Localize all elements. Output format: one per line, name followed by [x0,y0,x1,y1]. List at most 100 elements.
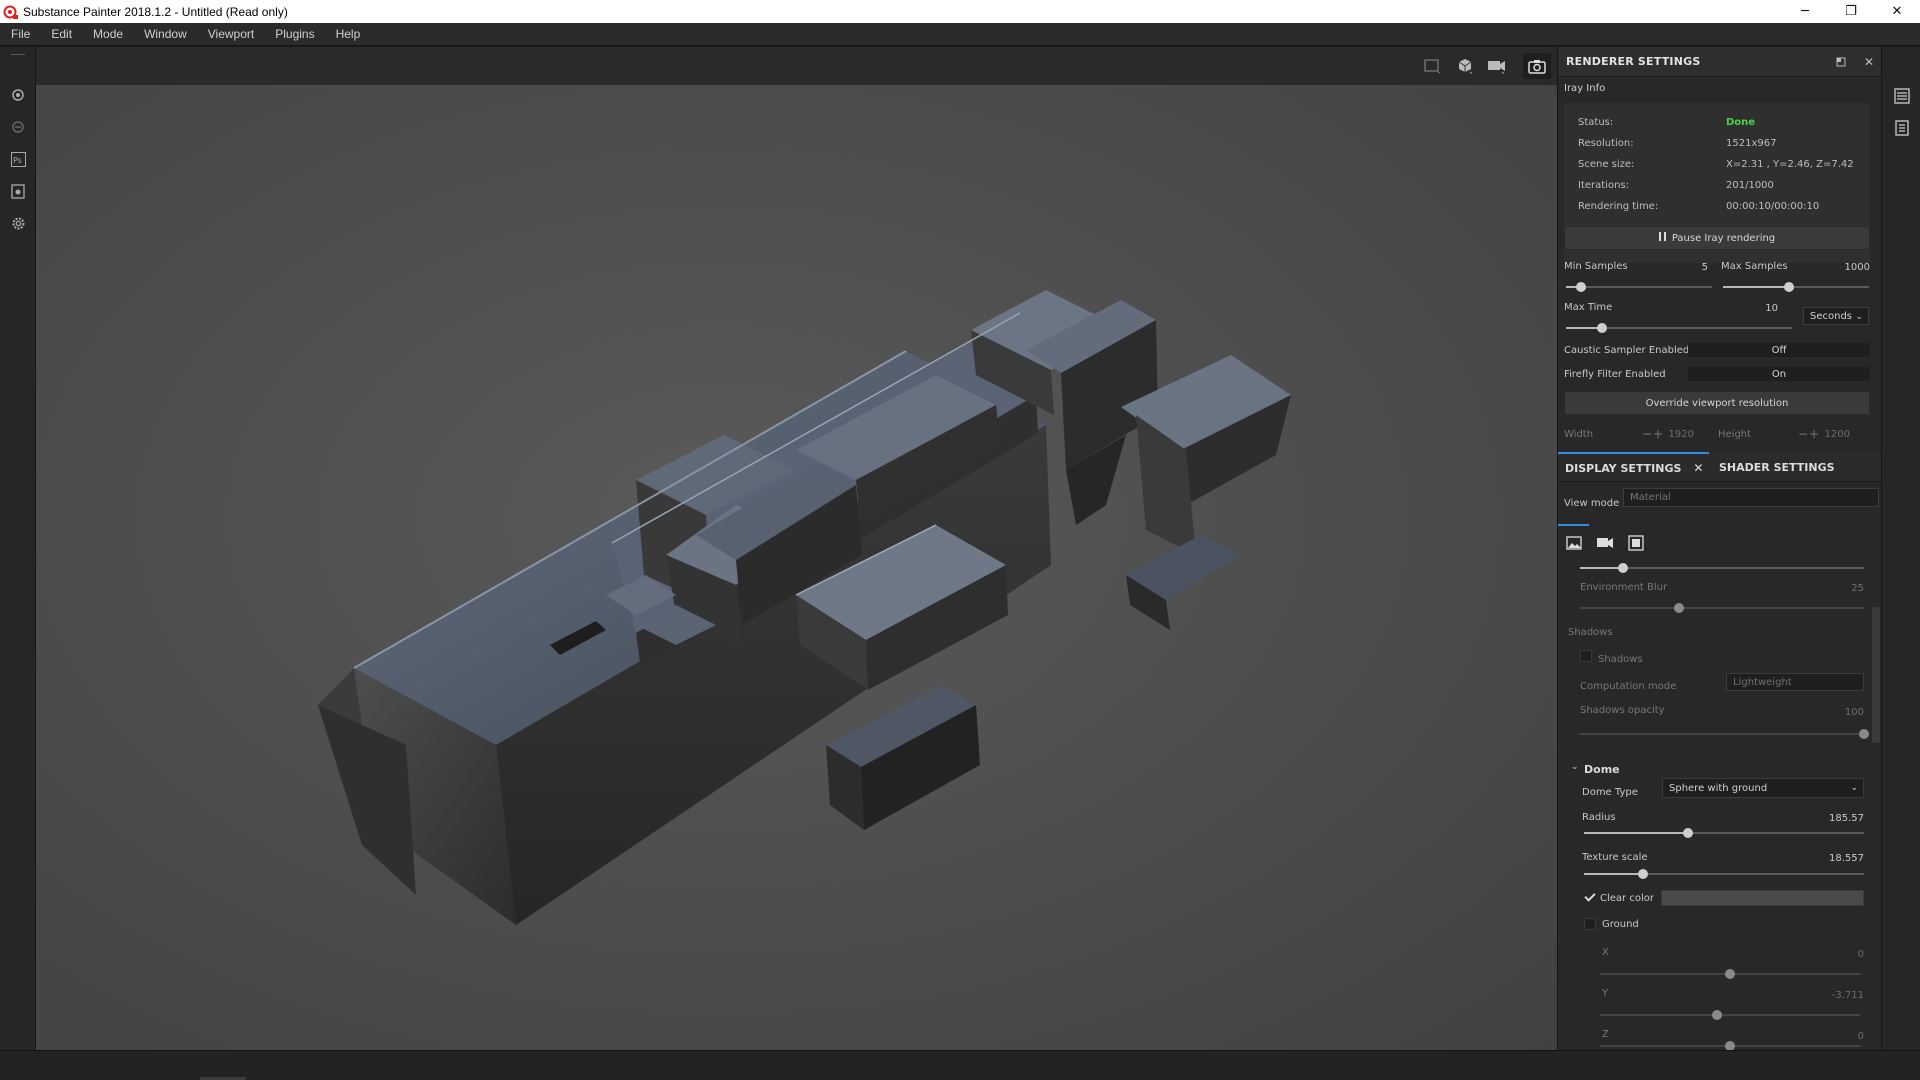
environment-blur-knob[interactable] [1674,603,1685,613]
close-window-button[interactable]: ✕ [1874,0,1920,23]
pause-iray-button[interactable]: Pause Iray rendering [1564,226,1870,250]
tab-display-settings-label: DISPLAY SETTINGS [1565,461,1682,475]
dome-collapse-chevron-icon[interactable]: ⌄ [1571,762,1579,772]
resolution-value: 1521x967 [1726,138,1777,149]
ground-y-slider[interactable] [1600,1010,1860,1020]
menu-mode[interactable]: Mode [82,27,133,41]
environment-opacity-knob[interactable] [1617,563,1628,573]
time-unit-select[interactable]: Seconds ⌄ [1803,307,1869,325]
document-icon[interactable] [10,183,26,199]
max-time-knob[interactable] [1597,323,1608,333]
min-samples-knob[interactable] [1575,282,1586,292]
menu-viewport[interactable]: Viewport [197,27,264,41]
caustic-sampler-toggle[interactable]: Off [1688,343,1870,357]
height-decrement-icon[interactable]: − [1798,427,1808,441]
clear-color-label: Clear color [1600,893,1654,904]
view-mode-label: View mode [1564,498,1620,509]
dome-type-select[interactable]: Sphere with ground ⌄ [1662,778,1864,798]
menu-file[interactable]: File [0,27,40,41]
clear-color-swatch[interactable] [1661,890,1864,906]
properties-list-icon[interactable] [1893,119,1911,137]
menu-window[interactable]: Window [133,27,197,41]
max-time-slider[interactable] [1566,323,1792,333]
texture-scale-knob[interactable] [1637,869,1648,879]
ground-z-value[interactable]: 0 [1784,1031,1864,1042]
height-value[interactable]: 1200 [1820,429,1850,440]
min-samples-value[interactable]: 5 [1648,262,1708,273]
substance-source-icon[interactable] [10,119,26,135]
height-increment-icon[interactable]: + [1809,427,1819,441]
max-time-value[interactable]: 10 [1698,303,1778,314]
substance-share-icon[interactable] [10,87,26,103]
height-label: Height [1718,429,1752,440]
resolution-key: Resolution: [1578,138,1634,149]
width-decrement-icon[interactable]: − [1642,427,1652,441]
radius-value[interactable]: 185.57 [1784,813,1864,824]
settings-gear-icon[interactable] [10,215,26,231]
photoshop-export-icon[interactable]: Ps [10,151,26,167]
override-viewport-resolution-button[interactable]: Override viewport resolution [1564,391,1870,415]
3d-scene[interactable] [36,85,1557,1050]
close-tab-icon[interactable]: ✕ [1693,461,1703,475]
menu-plugins[interactable]: Plugins [264,27,324,41]
maximize-button[interactable]: ❐ [1828,0,1874,23]
ground-z-slider[interactable] [1600,1041,1860,1051]
viewer-frame-icon[interactable] [1625,532,1647,554]
float-panel-icon[interactable] [1834,55,1848,69]
texture-scale-slider[interactable] [1584,869,1864,879]
title-bar: Substance Painter 2018.1.2 - Untitled (R… [0,0,1920,23]
environment-blur-value[interactable]: 25 [1798,583,1864,594]
ground-checkbox[interactable] [1584,918,1596,930]
width-value[interactable]: 1920 [1664,429,1694,440]
screenshot-camera-icon[interactable] [1523,53,1551,79]
camera-settings-icon[interactable] [1594,532,1616,554]
width-increment-icon[interactable]: + [1653,427,1663,441]
ground-y-knob[interactable] [1712,1010,1722,1020]
shadows-opacity-slider[interactable] [1580,729,1869,739]
firefly-filter-label: Firefly Filter Enabled [1564,369,1666,380]
environment-opacity-slider[interactable] [1580,563,1864,573]
radius-slider[interactable] [1584,828,1864,838]
2d-view-icon[interactable] [1422,56,1444,76]
min-samples-slider[interactable] [1566,282,1712,292]
clear-color-checkbox[interactable] [1584,891,1596,903]
display-settings-scrollbar[interactable] [1872,607,1880,743]
menu-help[interactable]: Help [325,27,371,41]
3d-view-cube-icon[interactable] [1454,56,1476,76]
minimize-button[interactable]: ─ [1782,0,1828,23]
ground-y-value[interactable]: -3.711 [1784,990,1864,1001]
dome-section-title: Dome [1584,763,1620,776]
iray-info-label: Iray Info [1564,83,1606,94]
layers-stack-icon[interactable] [1893,87,1911,105]
menu-edit[interactable]: Edit [40,27,82,41]
shadows-opacity-value[interactable]: 100 [1798,707,1864,718]
shadows-checkbox[interactable] [1580,650,1592,662]
ground-x-knob[interactable] [1725,969,1735,979]
environment-image-icon[interactable] [1563,532,1585,554]
ground-x-slider[interactable] [1600,969,1860,979]
substance-painter-logo-icon [3,4,19,20]
viewport[interactable] [36,47,1557,1050]
shadows-checkbox-label: Shadows [1598,654,1643,665]
viewport-toolbar [36,47,1557,85]
environment-blur-slider[interactable] [1580,603,1864,613]
view-mode-select[interactable]: Material [1623,488,1879,507]
texture-scale-value[interactable]: 18.557 [1784,853,1864,864]
tab-display-settings[interactable]: DISPLAY SETTINGS ✕ [1558,452,1709,482]
caustic-sampler-label: Caustic Sampler Enabled [1564,345,1690,356]
max-samples-knob[interactable] [1783,282,1794,292]
pause-icon [1658,232,1666,244]
menu-bar: File Edit Mode Window Viewport Plugins H… [0,23,1920,46]
tab-shader-settings[interactable]: SHADER SETTINGS [1719,452,1835,482]
camera-video-icon[interactable] [1486,56,1508,76]
ground-x-value[interactable]: 0 [1784,949,1864,960]
svg-text:Ps: Ps [13,156,22,165]
radius-knob[interactable] [1682,828,1693,838]
rendered-mesh [318,290,1291,925]
firefly-filter-toggle[interactable]: On [1688,367,1870,381]
max-samples-slider[interactable] [1723,282,1869,292]
computation-mode-select[interactable]: Lightweight [1726,673,1864,691]
shadows-opacity-knob[interactable] [1859,729,1869,739]
close-panel-icon[interactable]: ✕ [1862,55,1876,69]
max-samples-value[interactable]: 1000 [1808,262,1870,273]
